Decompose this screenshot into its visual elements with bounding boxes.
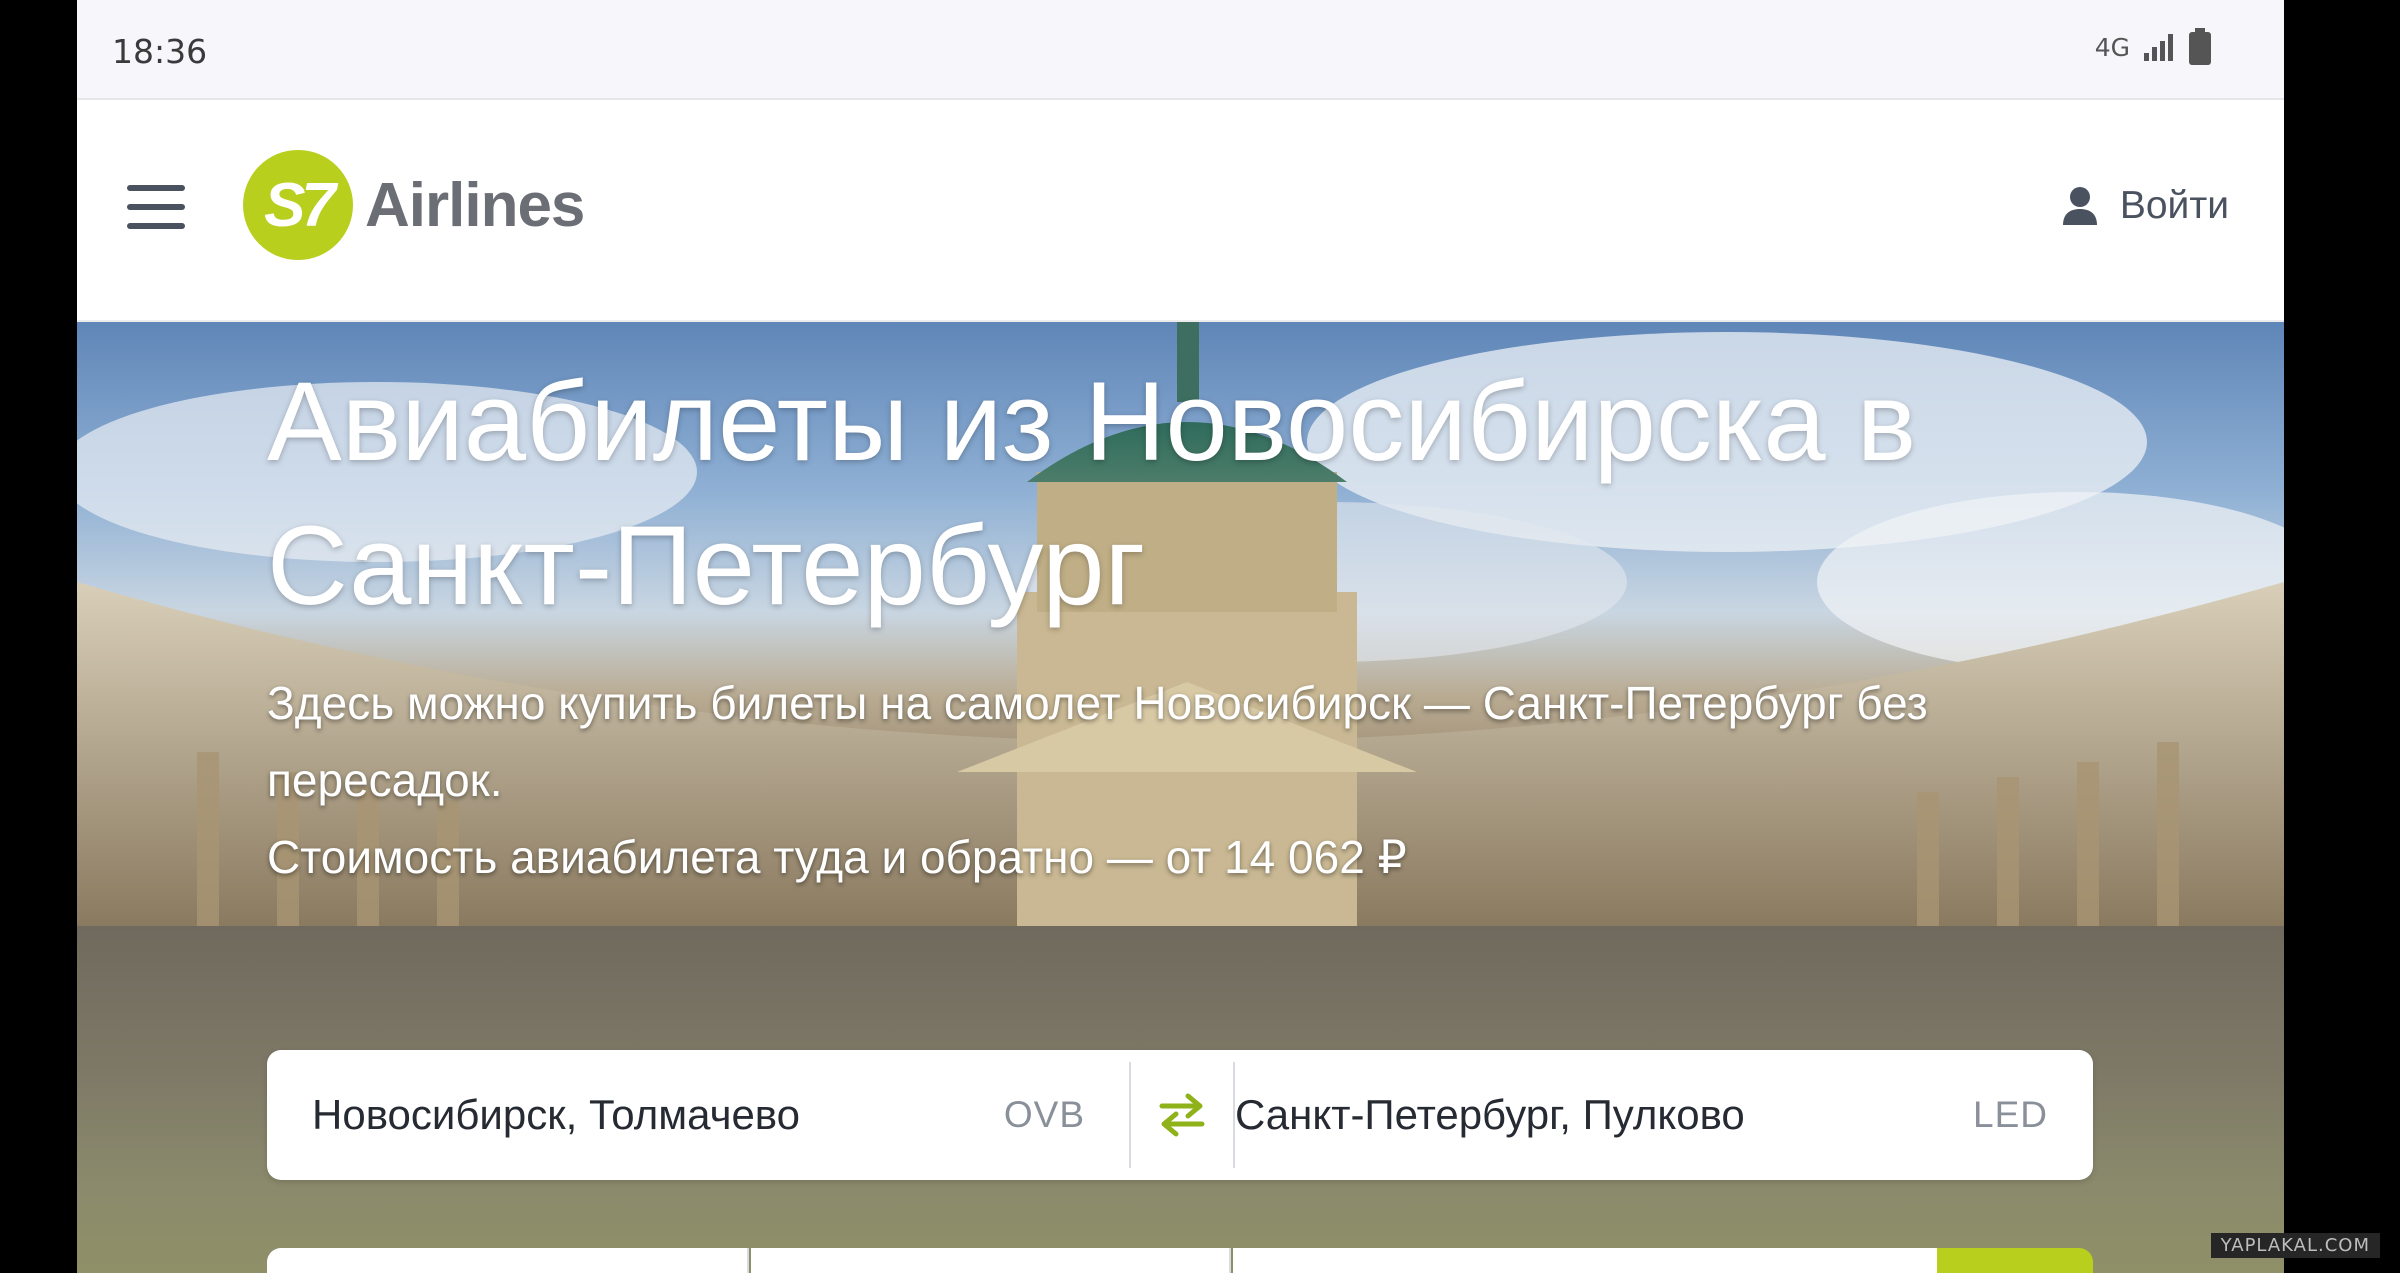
departure-city: Новосибирск, Толмачево [312,1091,801,1138]
route-selector: Новосибирск, Толмачево OVB Санкт-Петербу… [267,1050,2093,1180]
page-subtitle: Здесь можно купить билеты на самолет Нов… [267,665,2167,896]
departure-code: OVB [1003,1094,1085,1135]
login-label: Войти [2119,184,2229,227]
signal-icon [2144,34,2173,61]
search-flights-button[interactable] [1937,1248,2093,1273]
battery-icon [2189,28,2211,65]
subtitle-price: Стоимость авиабилета туда и обратно — от… [267,831,1407,883]
departure-field[interactable]: Новосибирск, Толмачево OVB [267,1050,1127,1180]
login-button[interactable]: Войти [2062,184,2229,228]
swap-route-button[interactable] [1129,1062,1235,1168]
passengers-field[interactable] [1233,1248,1937,1273]
return-date-field[interactable] [751,1248,1231,1273]
arrival-code: LED [1973,1094,2048,1135]
hero-banner: Авиабилеты из Новосибирска в Санкт-Петер… [77,322,2284,926]
arrival-field[interactable]: Санкт-Петербург, Пулково LED [1235,1050,2093,1180]
network-type: 4G [2094,32,2130,62]
departure-date-field[interactable] [267,1248,749,1273]
arrival-city: Санкт-Петербург, Пулково [1235,1091,1745,1138]
menu-icon[interactable] [127,185,185,235]
page-title: Авиабилеты из Новосибирска в Санкт-Петер… [267,359,1917,628]
user-icon [2062,187,2097,225]
app-screen: 18:36 4G S7 Airlines Войти Авиабилеты из… [77,0,2284,1273]
logo-text: Airlines [365,170,585,240]
status-bar: 18:36 4G [77,0,2284,100]
s7-airlines-logo[interactable]: S7 Airlines [243,150,585,260]
flight-search-panel: Новосибирск, Толмачево OVB Санкт-Петербу… [77,926,2284,1273]
watermark: YAPLAKAL.COM [2210,1233,2380,1258]
site-header: S7 Airlines Войти [77,100,2284,322]
logo-mark: S7 [243,150,353,260]
date-passenger-row [267,1248,2093,1273]
status-time: 18:36 [112,32,208,71]
subtitle-direct-flights: Здесь можно купить билеты на самолет Нов… [267,677,1928,806]
status-indicators: 4G [2095,28,2212,66]
swap-arrows-icon [1159,1093,1205,1137]
